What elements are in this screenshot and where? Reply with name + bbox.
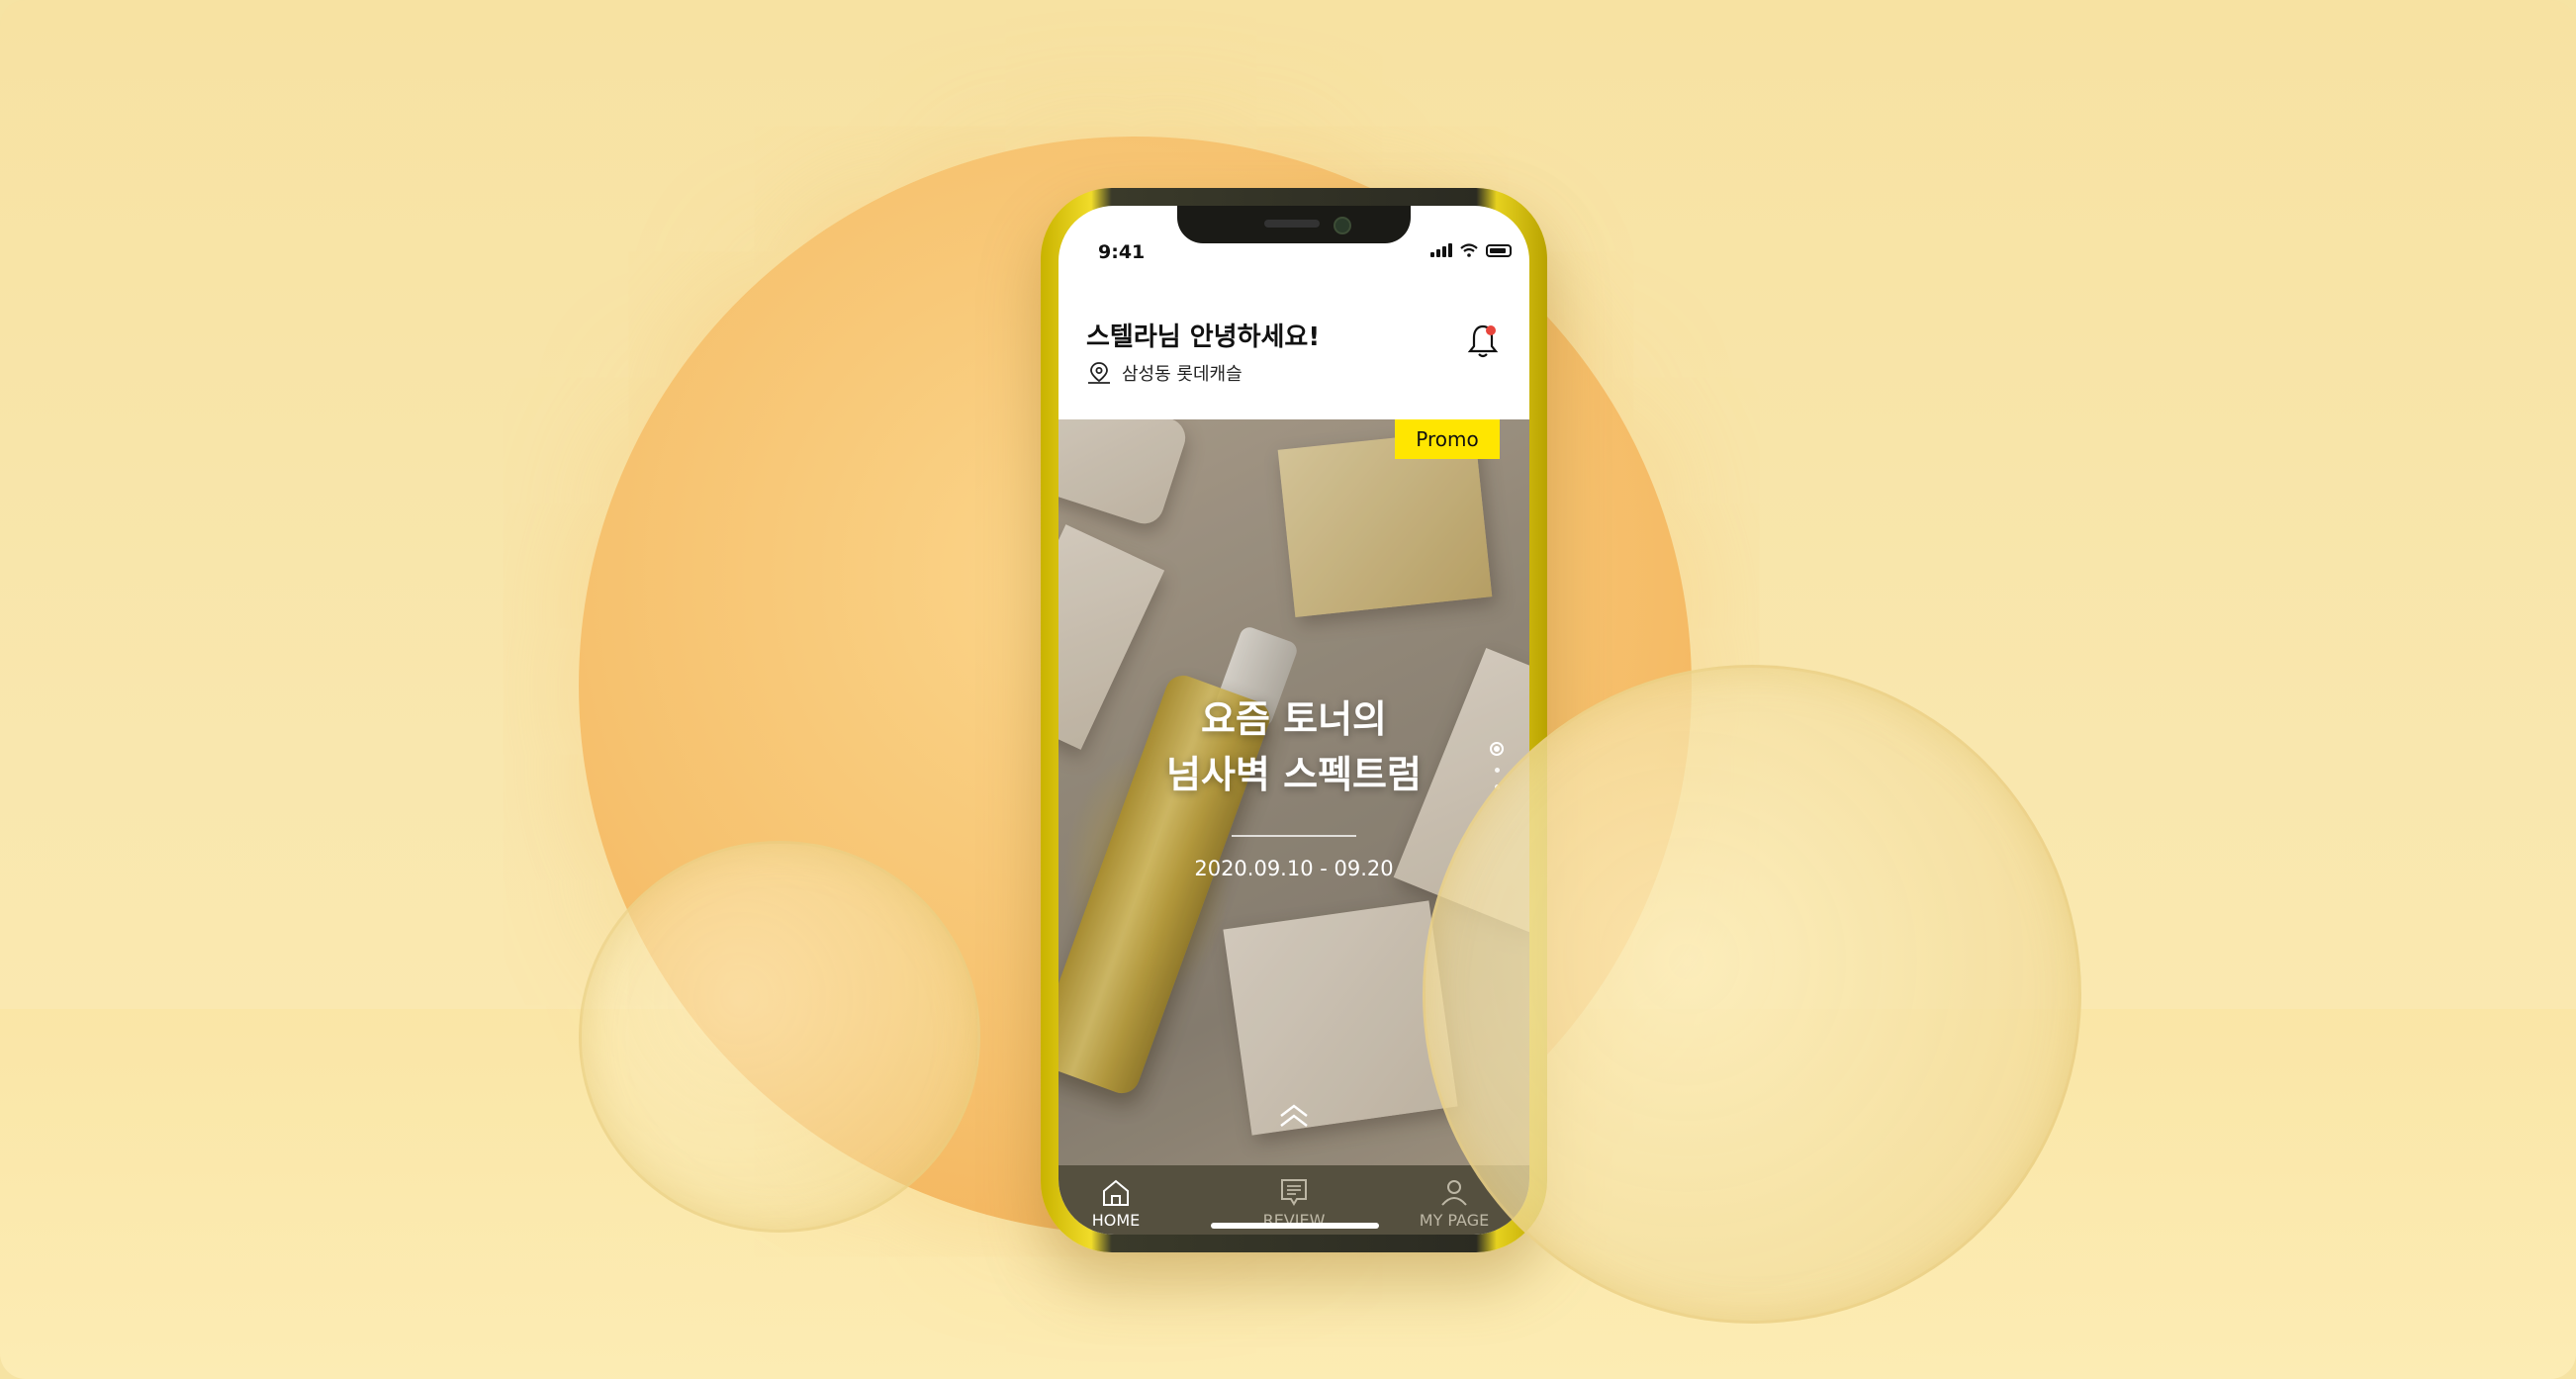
glass-disc-left (579, 841, 980, 1233)
pager-dot[interactable] (1494, 768, 1500, 773)
glass-disc-right (1423, 665, 2081, 1324)
app-header: 스텔라님 안녕하세요! 삼성동 롯데캐슬 (1058, 267, 1529, 419)
battery-icon (1486, 244, 1512, 257)
banner-title: 요즘 토너의 넘사벽 스펙트럼 (1058, 691, 1529, 802)
promo-badge: Promo (1395, 419, 1500, 459)
mockup-scene: 9:41 스텔라님 안녕하세요! 삼성동 롯데캐슬 Promo 요즘 토너의 넘… (0, 0, 2576, 1379)
pager-dot-active[interactable] (1490, 742, 1504, 756)
speaker-grille (1264, 220, 1320, 228)
phone-notch (1177, 206, 1411, 243)
banner-divider (1232, 835, 1356, 837)
tab-my-page-label: MY PAGE (1419, 1211, 1490, 1230)
tab-home-label: HOME (1091, 1211, 1141, 1230)
wifi-icon (1460, 243, 1478, 257)
home-indicator[interactable] (1211, 1223, 1379, 1229)
status-icons (1430, 243, 1512, 257)
greeting-text: 스텔라님 안녕하세요! (1086, 322, 1321, 352)
chevron-up-icon[interactable] (1276, 1102, 1312, 1132)
bell-icon (1467, 324, 1499, 358)
camera-icon (1334, 217, 1351, 234)
user-icon (1441, 1180, 1467, 1206)
location-selector[interactable]: 삼성동 롯데캐슬 (1086, 360, 1242, 386)
signal-icon (1430, 243, 1452, 257)
notification-button[interactable] (1466, 322, 1500, 364)
map-pin-icon (1088, 362, 1110, 384)
location-label: 삼성동 롯데캐슬 (1122, 364, 1242, 385)
home-icon (1103, 1179, 1129, 1206)
banner-title-line-2: 넘사벽 스펙트럼 (1166, 753, 1422, 796)
review-icon (1281, 1179, 1307, 1206)
status-time: 9:41 (1098, 241, 1146, 263)
tab-home[interactable]: HOME (1058, 1177, 1175, 1230)
banner-title-line-1: 요즘 토너의 (1200, 697, 1388, 741)
